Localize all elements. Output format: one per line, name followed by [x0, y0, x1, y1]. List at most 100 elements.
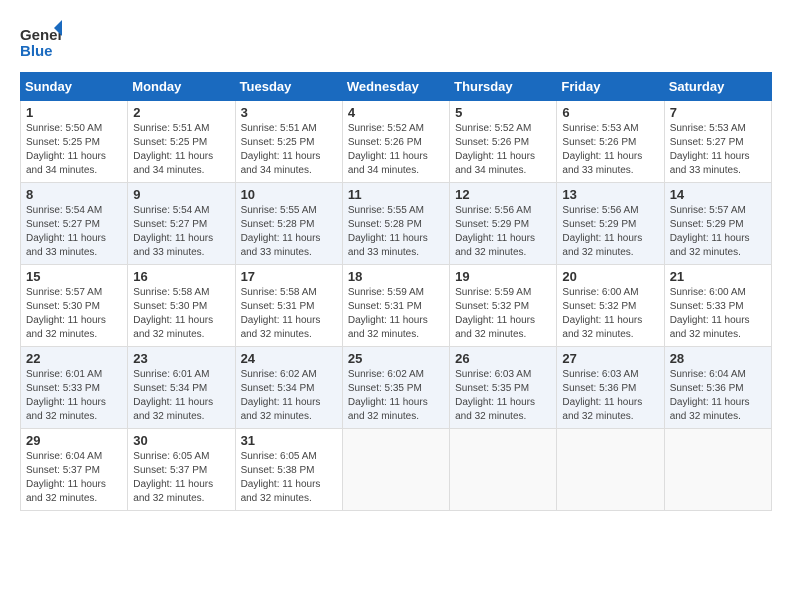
day-info: Sunrise: 5:53 AMSunset: 5:27 PMDaylight:…: [670, 122, 766, 178]
day-number: 11: [348, 187, 444, 202]
day-info: Sunrise: 5:55 AMSunset: 5:28 PMDaylight:…: [241, 204, 337, 260]
day-info: Sunrise: 5:55 AMSunset: 5:28 PMDaylight:…: [348, 204, 444, 260]
calendar-day-cell: 1 Sunrise: 5:50 AMSunset: 5:25 PMDaylight…: [21, 101, 128, 183]
weekday-header-row: SundayMondayTuesdayWednesdayThursdayFrid…: [21, 73, 772, 101]
day-info: Sunrise: 6:00 AMSunset: 5:33 PMDaylight:…: [670, 286, 766, 342]
calendar-day-cell: 12Sunrise: 5:56 AMSunset: 5:29 PMDayligh…: [450, 183, 557, 265]
day-number: 17: [241, 269, 337, 284]
day-info: Sunrise: 6:02 AMSunset: 5:35 PMDaylight:…: [348, 368, 444, 424]
calendar-day-cell: 5 Sunrise: 5:52 AMSunset: 5:26 PMDaylight…: [450, 101, 557, 183]
day-number: 3: [241, 105, 337, 120]
day-number: 6: [562, 105, 658, 120]
day-info: Sunrise: 6:05 AMSunset: 5:37 PMDaylight:…: [133, 450, 229, 506]
logo-icon: General Blue: [20, 20, 62, 62]
calendar-week-row: 1 Sunrise: 5:50 AMSunset: 5:25 PMDaylight…: [21, 101, 772, 183]
calendar-week-row: 8 Sunrise: 5:54 AMSunset: 5:27 PMDaylight…: [21, 183, 772, 265]
day-number: 22: [26, 351, 122, 366]
day-info: Sunrise: 6:01 AMSunset: 5:34 PMDaylight:…: [133, 368, 229, 424]
day-number: 1: [26, 105, 122, 120]
weekday-header-sunday: Sunday: [21, 73, 128, 101]
calendar-day-cell: 17 Sunrise: 5:58 AMSunset: 5:31 PMDayligh…: [235, 265, 342, 347]
calendar-body: 1 Sunrise: 5:50 AMSunset: 5:25 PMDaylight…: [21, 101, 772, 511]
day-number: 7: [670, 105, 766, 120]
calendar-day-cell: [450, 429, 557, 511]
day-number: 19: [455, 269, 551, 284]
weekday-header-friday: Friday: [557, 73, 664, 101]
day-number: 13: [562, 187, 658, 202]
calendar-week-row: 22 Sunrise: 6:01 AMSunset: 5:33 PMDayligh…: [21, 347, 772, 429]
day-number: 23: [133, 351, 229, 366]
day-number: 9: [133, 187, 229, 202]
day-number: 4: [348, 105, 444, 120]
day-info: Sunrise: 5:58 AMSunset: 5:31 PMDaylight:…: [241, 286, 337, 342]
day-info: Sunrise: 5:58 AMSunset: 5:30 PMDaylight:…: [133, 286, 229, 342]
calendar-table: SundayMondayTuesdayWednesdayThursdayFrid…: [20, 72, 772, 511]
calendar-day-cell: 13 Sunrise: 5:56 AMSunset: 5:29 PMDayligh…: [557, 183, 664, 265]
calendar-day-cell: 4 Sunrise: 5:52 AMSunset: 5:26 PMDaylight…: [342, 101, 449, 183]
calendar-day-cell: 23 Sunrise: 6:01 AMSunset: 5:34 PMDayligh…: [128, 347, 235, 429]
day-info: Sunrise: 5:53 AMSunset: 5:26 PMDaylight:…: [562, 122, 658, 178]
day-info: Sunrise: 6:02 AMSunset: 5:34 PMDaylight:…: [241, 368, 337, 424]
calendar-day-cell: 10Sunrise: 5:55 AMSunset: 5:28 PMDayligh…: [235, 183, 342, 265]
day-info: Sunrise: 5:51 AMSunset: 5:25 PMDaylight:…: [133, 122, 229, 178]
calendar-day-cell: 16 Sunrise: 5:58 AMSunset: 5:30 PMDayligh…: [128, 265, 235, 347]
calendar-day-cell: 14Sunrise: 5:57 AMSunset: 5:29 PMDayligh…: [664, 183, 771, 265]
calendar-day-cell: 29 Sunrise: 6:04 AMSunset: 5:37 PMDayligh…: [21, 429, 128, 511]
day-info: Sunrise: 5:52 AMSunset: 5:26 PMDaylight:…: [348, 122, 444, 178]
day-number: 14: [670, 187, 766, 202]
day-info: Sunrise: 6:03 AMSunset: 5:36 PMDaylight:…: [562, 368, 658, 424]
calendar-day-cell: [664, 429, 771, 511]
day-info: Sunrise: 5:52 AMSunset: 5:26 PMDaylight:…: [455, 122, 551, 178]
day-info: Sunrise: 5:59 AMSunset: 5:32 PMDaylight:…: [455, 286, 551, 342]
day-number: 21: [670, 269, 766, 284]
day-number: 16: [133, 269, 229, 284]
day-number: 2: [133, 105, 229, 120]
calendar-day-cell: [342, 429, 449, 511]
svg-text:Blue: Blue: [20, 43, 53, 60]
day-info: Sunrise: 6:01 AMSunset: 5:33 PMDaylight:…: [26, 368, 122, 424]
page-header: General Blue: [20, 20, 772, 62]
day-number: 31: [241, 433, 337, 448]
calendar-day-cell: 19 Sunrise: 5:59 AMSunset: 5:32 PMDayligh…: [450, 265, 557, 347]
weekday-header-wednesday: Wednesday: [342, 73, 449, 101]
day-info: Sunrise: 5:56 AMSunset: 5:29 PMDaylight:…: [562, 204, 658, 260]
day-number: 18: [348, 269, 444, 284]
day-number: 26: [455, 351, 551, 366]
weekday-header-tuesday: Tuesday: [235, 73, 342, 101]
day-info: Sunrise: 6:04 AMSunset: 5:36 PMDaylight:…: [670, 368, 766, 424]
calendar-week-row: 15Sunrise: 5:57 AMSunset: 5:30 PMDayligh…: [21, 265, 772, 347]
day-number: 30: [133, 433, 229, 448]
day-info: Sunrise: 5:54 AMSunset: 5:27 PMDaylight:…: [26, 204, 122, 260]
calendar-day-cell: [557, 429, 664, 511]
calendar-day-cell: 28 Sunrise: 6:04 AMSunset: 5:36 PMDayligh…: [664, 347, 771, 429]
day-info: Sunrise: 5:59 AMSunset: 5:31 PMDaylight:…: [348, 286, 444, 342]
day-info: Sunrise: 5:50 AMSunset: 5:25 PMDaylight:…: [26, 122, 122, 178]
logo: General Blue: [20, 20, 62, 62]
calendar-day-cell: 9 Sunrise: 5:54 AMSunset: 5:27 PMDaylight…: [128, 183, 235, 265]
weekday-header-saturday: Saturday: [664, 73, 771, 101]
day-number: 20: [562, 269, 658, 284]
weekday-header-thursday: Thursday: [450, 73, 557, 101]
calendar-day-cell: 20 Sunrise: 6:00 AMSunset: 5:32 PMDayligh…: [557, 265, 664, 347]
day-number: 24: [241, 351, 337, 366]
day-number: 8: [26, 187, 122, 202]
day-number: 29: [26, 433, 122, 448]
weekday-header-monday: Monday: [128, 73, 235, 101]
calendar-day-cell: 21 Sunrise: 6:00 AMSunset: 5:33 PMDayligh…: [664, 265, 771, 347]
day-info: Sunrise: 6:00 AMSunset: 5:32 PMDaylight:…: [562, 286, 658, 342]
calendar-day-cell: 27Sunrise: 6:03 AMSunset: 5:36 PMDayligh…: [557, 347, 664, 429]
day-info: Sunrise: 6:04 AMSunset: 5:37 PMDaylight:…: [26, 450, 122, 506]
day-number: 12: [455, 187, 551, 202]
calendar-day-cell: 18 Sunrise: 5:59 AMSunset: 5:31 PMDayligh…: [342, 265, 449, 347]
day-info: Sunrise: 5:51 AMSunset: 5:25 PMDaylight:…: [241, 122, 337, 178]
day-number: 28: [670, 351, 766, 366]
day-number: 5: [455, 105, 551, 120]
calendar-day-cell: 8 Sunrise: 5:54 AMSunset: 5:27 PMDaylight…: [21, 183, 128, 265]
calendar-day-cell: 6 Sunrise: 5:53 AMSunset: 5:26 PMDaylight…: [557, 101, 664, 183]
day-number: 25: [348, 351, 444, 366]
calendar-day-cell: 11 Sunrise: 5:55 AMSunset: 5:28 PMDayligh…: [342, 183, 449, 265]
calendar-day-cell: 31Sunrise: 6:05 AMSunset: 5:38 PMDayligh…: [235, 429, 342, 511]
day-info: Sunrise: 5:54 AMSunset: 5:27 PMDaylight:…: [133, 204, 229, 260]
day-info: Sunrise: 6:03 AMSunset: 5:35 PMDaylight:…: [455, 368, 551, 424]
calendar-day-cell: 3 Sunrise: 5:51 AMSunset: 5:25 PMDaylight…: [235, 101, 342, 183]
